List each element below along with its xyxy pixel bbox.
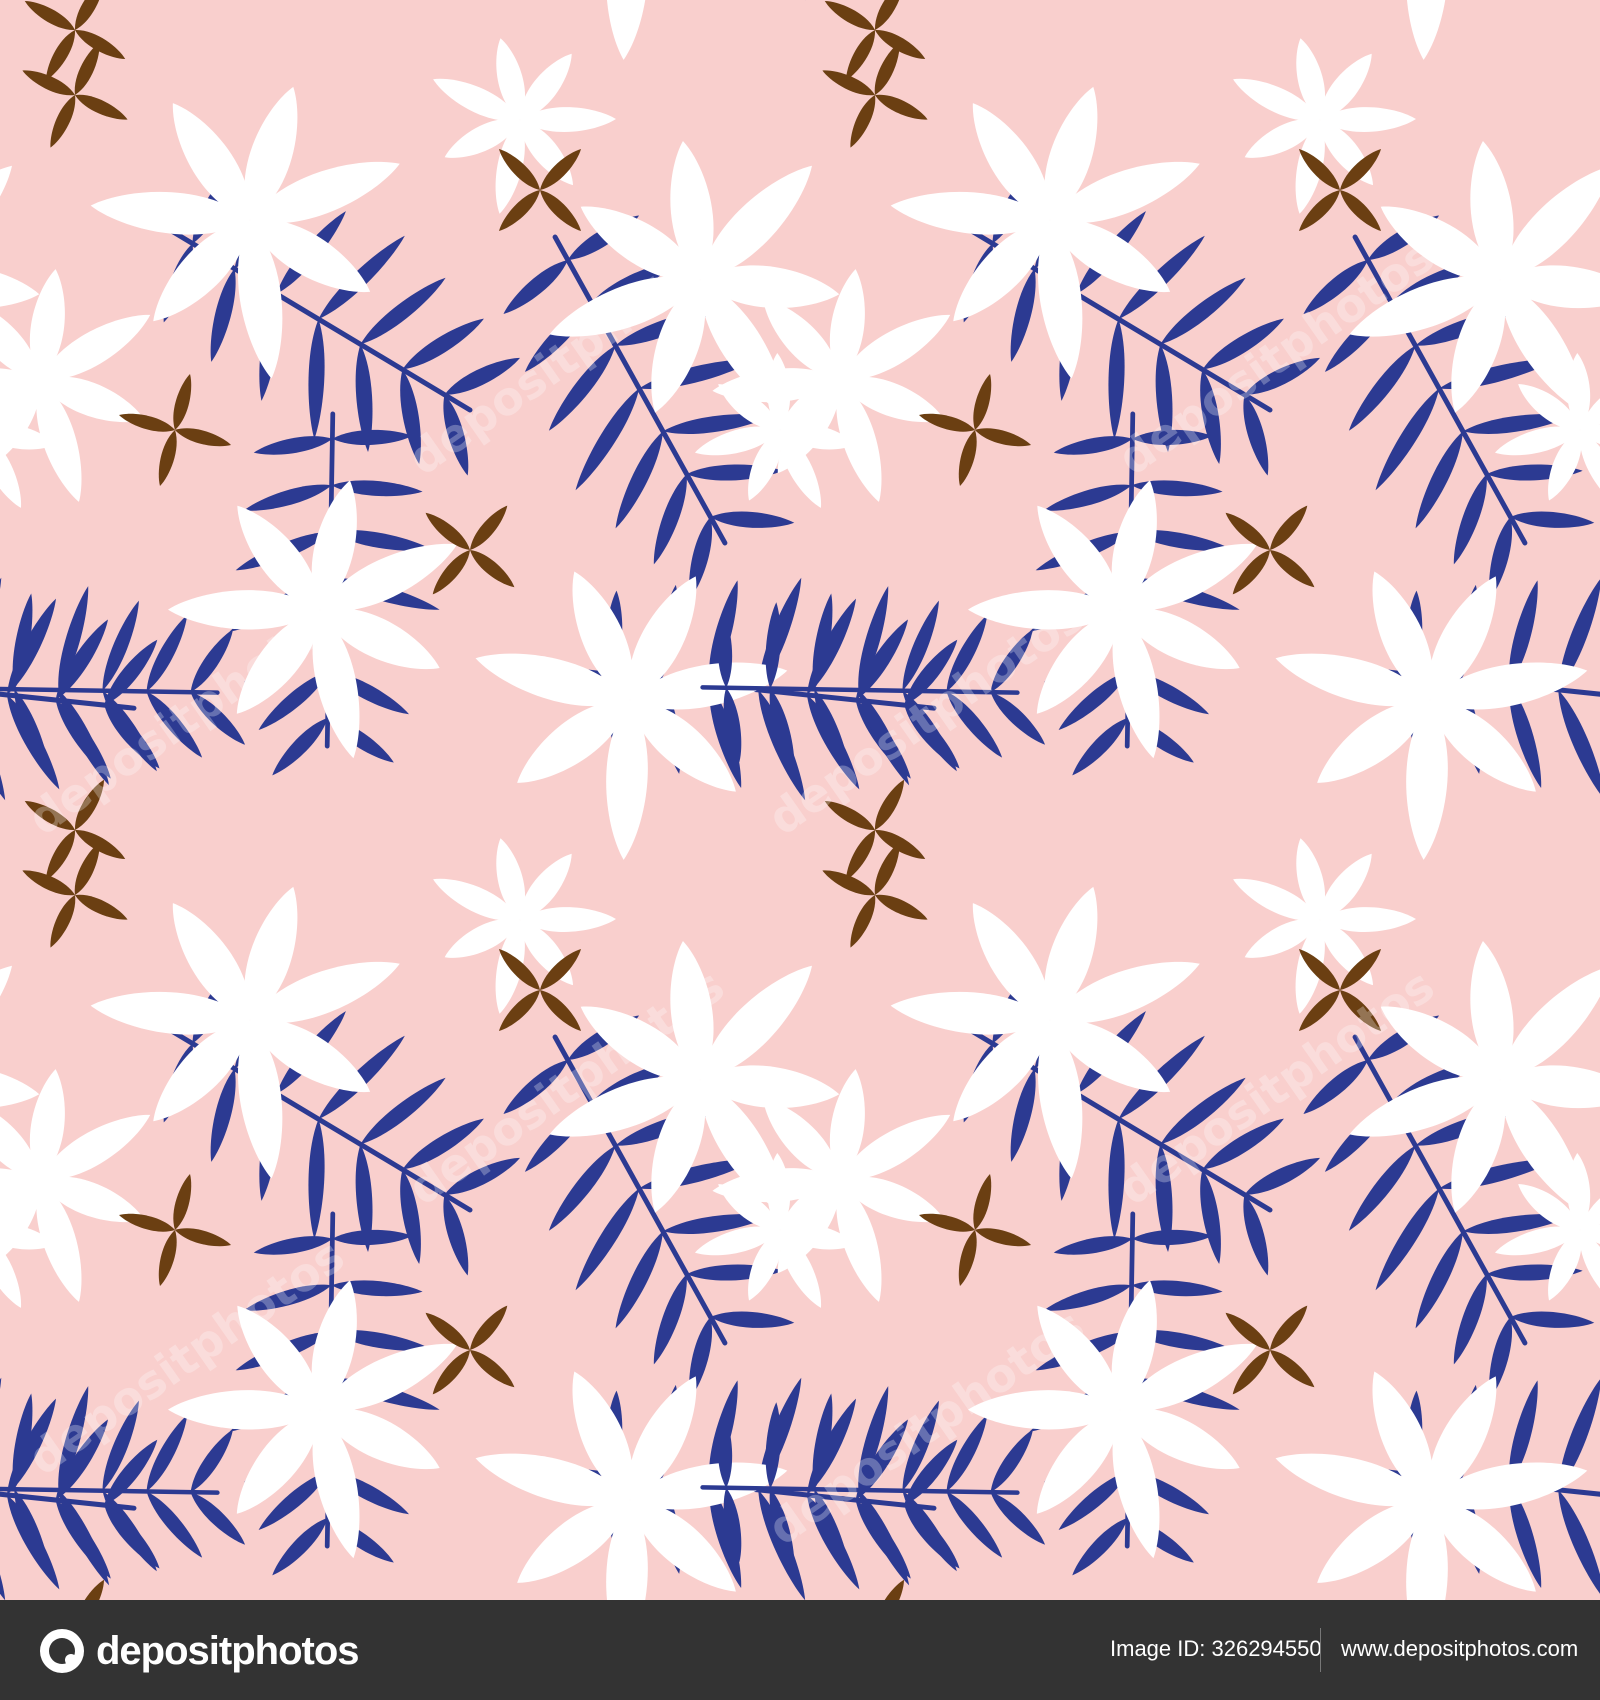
site-url-link[interactable]: www.depositphotos.com [1341, 1636, 1578, 1662]
stock-footer-bar: depositphotos Image ID: 326294550 www.de… [0, 1600, 1600, 1700]
brand-name: depositphotos [96, 1628, 360, 1673]
image-id-label: Image ID: 326294550 [1110, 1636, 1322, 1661]
depositphotos-logo-icon [40, 1629, 84, 1673]
pattern-canvas [0, 0, 1600, 1600]
brand-logo-link[interactable]: depositphotos [40, 1628, 360, 1674]
seamless-floral-pattern: depositphotos depositphotos depositphoto… [0, 0, 1600, 1600]
footer-divider [1320, 1628, 1321, 1672]
